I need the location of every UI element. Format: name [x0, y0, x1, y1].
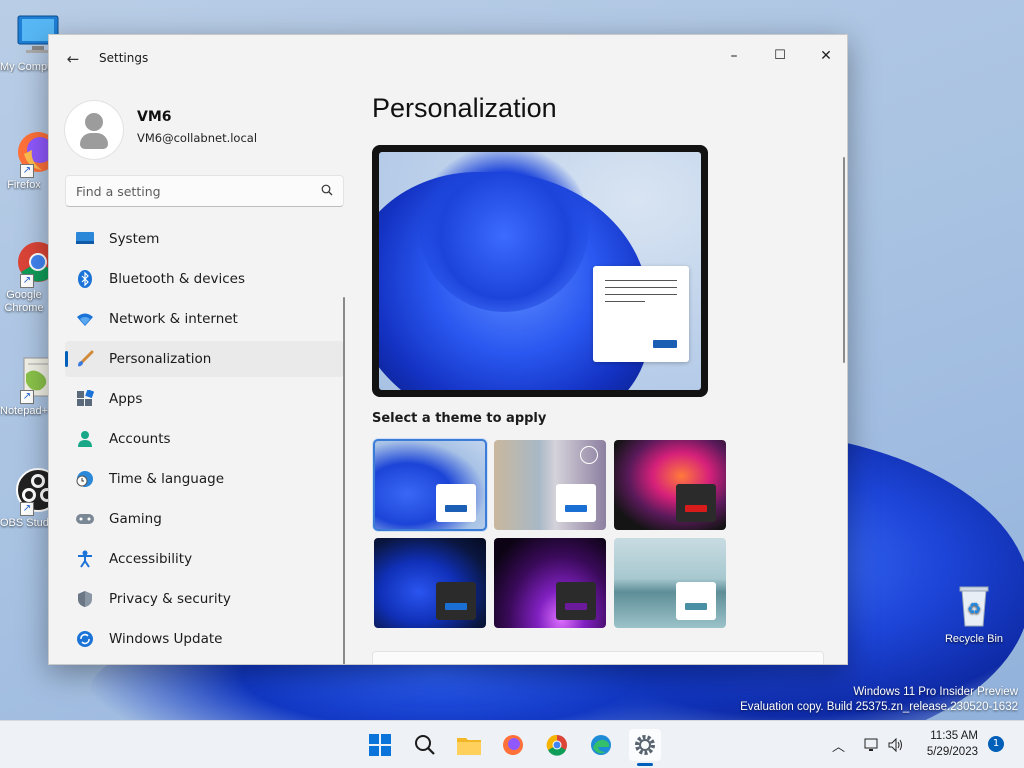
desktop-icon-label: OBS Studio: [0, 517, 48, 529]
wifi-icon: [75, 309, 95, 329]
bluetooth-icon: [75, 269, 95, 289]
accessibility-icon: [75, 549, 95, 569]
desktop-icon-label: My Computer: [0, 61, 48, 73]
theme-glow[interactable]: [614, 440, 726, 530]
title-bar[interactable]: ← Settings – ☐ ✕: [49, 35, 847, 81]
search-taskbar-button[interactable]: [409, 729, 441, 761]
sidebar-item-bluetooth[interactable]: Bluetooth & devices: [65, 261, 344, 297]
firefox-taskbar-button[interactable]: [497, 729, 529, 761]
accounts-icon: [75, 429, 95, 449]
theme-spotlight[interactable]: [494, 440, 606, 530]
theme-windows-dark[interactable]: [374, 538, 486, 628]
theme-section-label: Select a theme to apply: [372, 411, 547, 426]
desktop-icon-label: Recycle Bin: [944, 633, 1004, 645]
update-icon: [75, 629, 95, 649]
folder-icon: [457, 738, 481, 755]
spotlight-badge-icon: [580, 446, 598, 464]
app-title: Settings: [99, 51, 149, 65]
shortcut-arrow-icon: ↗: [20, 390, 34, 404]
settings-card[interactable]: [372, 651, 824, 664]
active-app-indicator: [637, 763, 653, 766]
theme-preview: [372, 145, 708, 397]
theme-flow[interactable]: [614, 538, 726, 628]
apps-icon: [75, 389, 95, 409]
sidebar-item-gaming[interactable]: Gaming: [65, 501, 344, 537]
sidebar-item-network[interactable]: Network & internet: [65, 301, 344, 337]
shortcut-arrow-icon: ↗: [20, 164, 34, 178]
brush-icon: [75, 349, 95, 369]
taskbar: ︿ 11:35 AM 5/29/2023 1: [0, 720, 1024, 768]
desktop-icon-label: Notepad++: [0, 405, 48, 417]
recycle-bin-icon: ♻: [950, 582, 998, 630]
chevron-up-icon: ︿: [832, 739, 846, 755]
theme-windows-light[interactable]: [373, 439, 487, 531]
sidebar: VM6 VM6@collabnet.local System Bluetooth…: [49, 81, 354, 664]
desktop-icon-label: Firefox: [7, 179, 41, 191]
search-box[interactable]: [65, 175, 344, 207]
file-explorer-button[interactable]: [453, 729, 485, 761]
sidebar-item-time-language[interactable]: Time & language: [65, 461, 344, 497]
close-button[interactable]: ✕: [803, 41, 847, 71]
speaker-icon: [888, 737, 902, 753]
clock-date: 5/29/2023: [926, 746, 978, 758]
network-icon: [864, 738, 878, 751]
nav-list: System Bluetooth & devices Network & int…: [65, 221, 344, 661]
settings-window: ← Settings – ☐ ✕ VM6 VM6@collabnet.local…: [48, 34, 848, 665]
network-tray-icon[interactable]: [864, 721, 880, 768]
theme-captured-motion[interactable]: [494, 538, 606, 628]
shield-icon: [75, 589, 95, 609]
gamepad-icon: [75, 509, 95, 529]
system-clock[interactable]: 11:35 AM 5/29/2023: [927, 728, 978, 760]
chrome-taskbar-button[interactable]: [541, 729, 573, 761]
sidebar-item-accounts[interactable]: Accounts: [65, 421, 344, 457]
clock-time: 11:35 AM: [930, 730, 978, 742]
preview-window: [593, 266, 689, 362]
firefox-icon: [503, 735, 523, 755]
maximize-button[interactable]: ☐: [757, 41, 803, 71]
search-input[interactable]: [76, 176, 311, 206]
desktop-icon-recycle-bin[interactable]: ♻ Recycle Bin: [936, 582, 1012, 645]
sidebar-scrollbar[interactable]: [343, 297, 345, 664]
windows-logo-icon: [369, 734, 391, 756]
edge-icon: [591, 735, 611, 755]
sidebar-item-system[interactable]: System: [65, 221, 344, 257]
sidebar-item-privacy[interactable]: Privacy & security: [65, 581, 344, 617]
user-profile[interactable]: VM6 VM6@collabnet.local: [65, 101, 335, 161]
avatar: [65, 101, 123, 159]
back-arrow-icon[interactable]: ←: [63, 49, 83, 69]
preview-wallpaper: [379, 152, 701, 390]
start-button[interactable]: [364, 729, 396, 761]
settings-taskbar-button[interactable]: [629, 729, 661, 761]
sidebar-item-apps[interactable]: Apps: [65, 381, 344, 417]
watermark-line-2: Evaluation copy. Build 25375.zn_release.…: [740, 701, 1018, 713]
preview-accent-button: [653, 340, 677, 348]
volume-tray-icon[interactable]: [888, 721, 904, 768]
sidebar-item-accessibility[interactable]: Accessibility: [65, 541, 344, 577]
globe-clock-icon: [75, 469, 95, 489]
shortcut-arrow-icon: ↗: [20, 274, 34, 288]
search-icon: [321, 184, 333, 196]
search-icon: [415, 735, 435, 755]
system-icon: [75, 229, 95, 249]
desktop-icon-label: Google Chrome: [4, 289, 44, 314]
svg-text:♻: ♻: [967, 599, 981, 618]
profile-name: VM6: [137, 109, 172, 125]
shortcut-arrow-icon: ↗: [20, 502, 34, 516]
profile-email: VM6@collabnet.local: [137, 131, 258, 145]
sidebar-item-personalization[interactable]: Personalization: [65, 341, 344, 377]
edge-taskbar-button[interactable]: [585, 729, 617, 761]
sidebar-item-windows-update[interactable]: Windows Update: [65, 621, 344, 657]
watermark-line-1: Windows 11 Pro Insider Preview: [853, 686, 1018, 698]
gear-icon: [635, 735, 655, 755]
content-scrollbar[interactable]: [843, 157, 845, 363]
tray-overflow-chevron[interactable]: ︿: [832, 721, 845, 768]
page-title: Personalization: [372, 93, 557, 123]
main-content: Personalization Select a theme to apply: [372, 81, 832, 664]
chrome-icon: [546, 734, 567, 756]
notification-badge[interactable]: 1: [988, 736, 1004, 752]
minimize-button[interactable]: –: [711, 41, 757, 71]
